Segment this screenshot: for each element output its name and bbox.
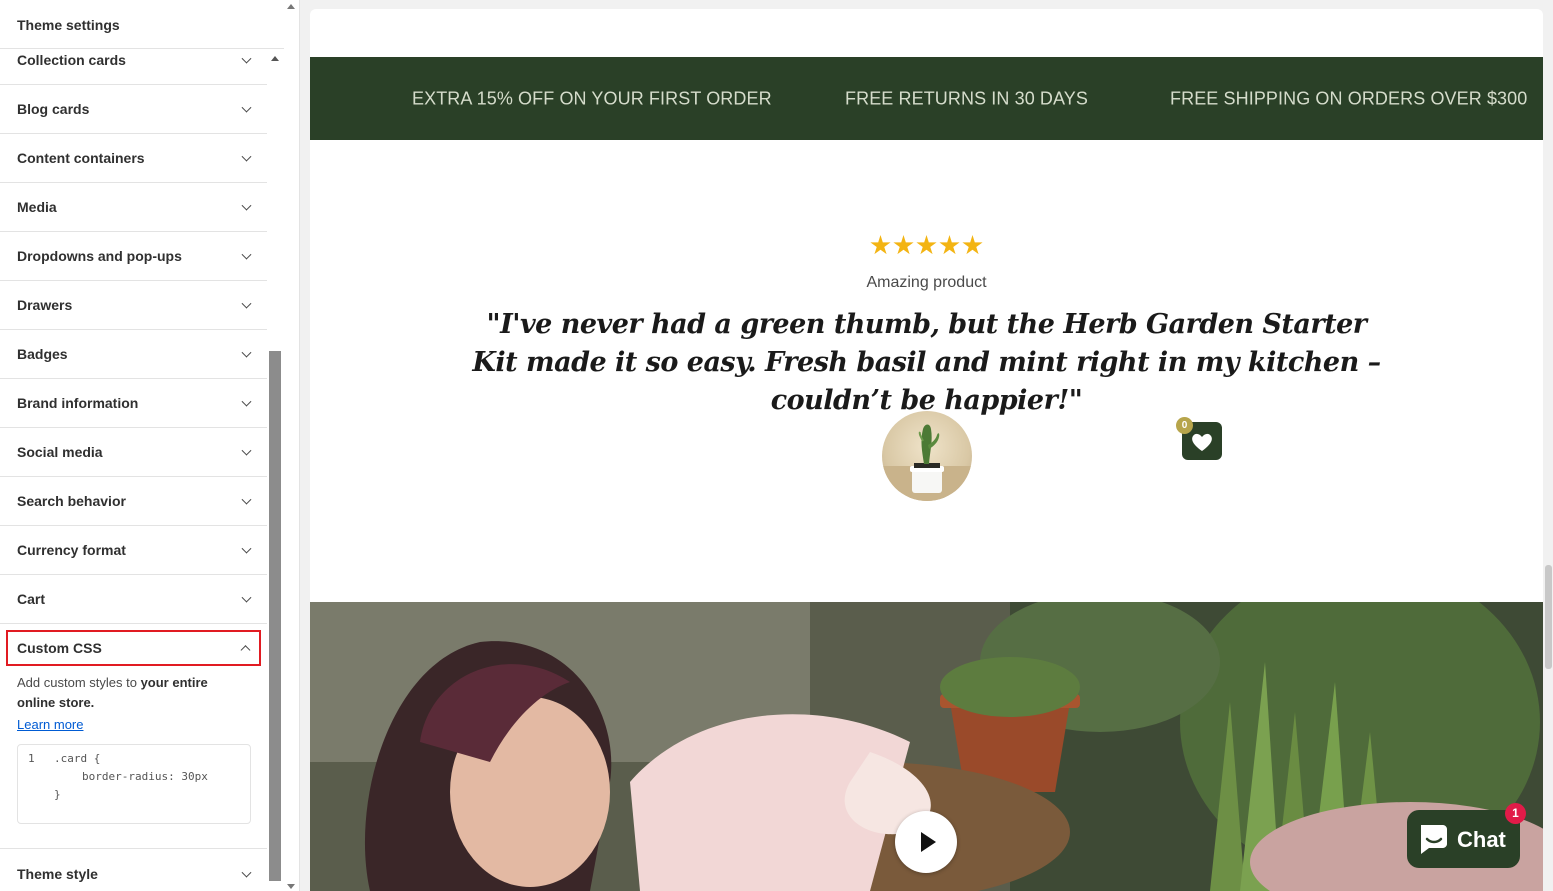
section-brand-information[interactable]: Brand information: [0, 379, 267, 428]
star-icon: [870, 235, 891, 255]
star-icon: [939, 235, 960, 255]
scroll-up-icon[interactable]: [271, 56, 279, 61]
panel-scrollbar-thumb[interactable]: [269, 351, 281, 881]
panel-title: Theme settings: [17, 17, 120, 33]
chevron-down-icon: [241, 151, 252, 162]
section-currency-format[interactable]: Currency format: [0, 526, 267, 575]
section-label: Custom CSS: [17, 640, 102, 656]
section-label: Search behavior: [17, 493, 126, 509]
scroll-up-icon[interactable]: [287, 4, 295, 9]
announcement-item[interactable]: EXTRA 15% OFF ON YOUR FIRST ORDER: [412, 88, 772, 109]
star-icon: [893, 235, 914, 255]
section-label: Dropdowns and pop-ups: [17, 248, 182, 264]
scroll-down-icon[interactable]: [287, 884, 295, 889]
testimonial-quote: "I've never had a green thumb, but the H…: [472, 309, 1381, 416]
page-scrollbar-track[interactable]: [1545, 0, 1553, 891]
code-line: border-radius: 30px: [82, 770, 208, 783]
section-theme-style[interactable]: Theme style: [0, 849, 267, 891]
section-label: Theme style: [17, 865, 98, 882]
chevron-down-icon: [241, 867, 252, 878]
section-blog-cards[interactable]: Blog cards: [0, 85, 267, 134]
chat-bubble-icon: [1421, 825, 1447, 854]
chevron-down-icon: [241, 543, 252, 554]
chevron-down-icon: [241, 102, 252, 113]
rating-stars: [870, 235, 983, 256]
section-social-media[interactable]: Social media: [0, 428, 267, 477]
section-label: Currency format: [17, 542, 126, 558]
section-search-behavior[interactable]: Search behavior: [0, 477, 267, 526]
section-drawers[interactable]: Drawers: [0, 281, 267, 330]
section-label: Drawers: [17, 297, 73, 313]
page-scrollbar-thumb[interactable]: [1545, 565, 1552, 669]
play-icon[interactable]: [895, 811, 957, 873]
code-line: }: [54, 788, 61, 801]
section-cart[interactable]: Cart: [0, 575, 267, 624]
reviewer-avatar: [882, 411, 972, 501]
announcement-bar: EXTRA 15% OFF ON YOUR FIRST ORDER FREE R…: [310, 57, 1543, 140]
store-preview: EXTRA 15% OFF ON YOUR FIRST ORDER FREE R…: [310, 9, 1543, 891]
code-line: .card {: [54, 752, 101, 765]
section-badges[interactable]: Badges: [0, 330, 267, 379]
chevron-down-icon: [241, 298, 252, 309]
section-label: Content containers: [17, 150, 145, 166]
section-label: Badges: [17, 346, 68, 362]
chevron-down-icon: [241, 592, 252, 603]
chevron-down-icon: [241, 494, 252, 505]
video-section[interactable]: [310, 602, 1543, 891]
chevron-down-icon: [241, 347, 252, 358]
section-collection-cards[interactable]: Collection cards: [0, 36, 267, 85]
chevron-down-icon: [241, 249, 252, 260]
line-number: 1: [28, 752, 35, 765]
chat-notification-badge: 1: [1505, 803, 1526, 824]
chevron-down-icon: [241, 200, 252, 211]
cactus-image: [882, 424, 972, 501]
description-text: Add custom styles to: [17, 675, 141, 690]
section-label: Collection cards: [17, 52, 126, 68]
star-icon: [962, 235, 983, 255]
chevron-down-icon: [241, 396, 252, 407]
chevron-down-icon: [241, 53, 252, 64]
chat-button[interactable]: Chat: [1407, 810, 1520, 868]
section-media[interactable]: Media: [0, 183, 267, 232]
section-label: Media: [17, 199, 57, 215]
announcement-item[interactable]: FREE RETURNS IN 30 DAYS: [845, 88, 1088, 109]
section-content-containers[interactable]: Content containers: [0, 134, 267, 183]
chevron-down-icon: [241, 445, 252, 456]
custom-css-code-editor[interactable]: 1 .card { border-radius: 30px }: [17, 744, 251, 824]
section-label: Brand information: [17, 395, 139, 411]
theme-settings-panel: Theme settings Collection cards Blog car…: [0, 0, 300, 891]
chat-label: Chat: [1457, 827, 1506, 852]
wishlist-count-badge: 0: [1176, 417, 1193, 434]
custom-css-description: Add custom styles to your entire online …: [17, 673, 232, 713]
chevron-up-icon: [240, 645, 251, 656]
announcement-item[interactable]: FREE SHIPPING ON ORDERS OVER $300: [1170, 88, 1527, 109]
section-dropdowns-and-pop-ups[interactable]: Dropdowns and pop-ups: [0, 232, 267, 281]
section-custom-css[interactable]: Custom CSS: [6, 630, 261, 666]
learn-more-link[interactable]: Learn more: [17, 717, 83, 732]
section-label: Cart: [17, 591, 46, 607]
section-label: Social media: [17, 444, 103, 460]
star-icon: [916, 235, 937, 255]
section-label: Blog cards: [17, 101, 90, 117]
review-title: Amazing product: [866, 274, 987, 291]
